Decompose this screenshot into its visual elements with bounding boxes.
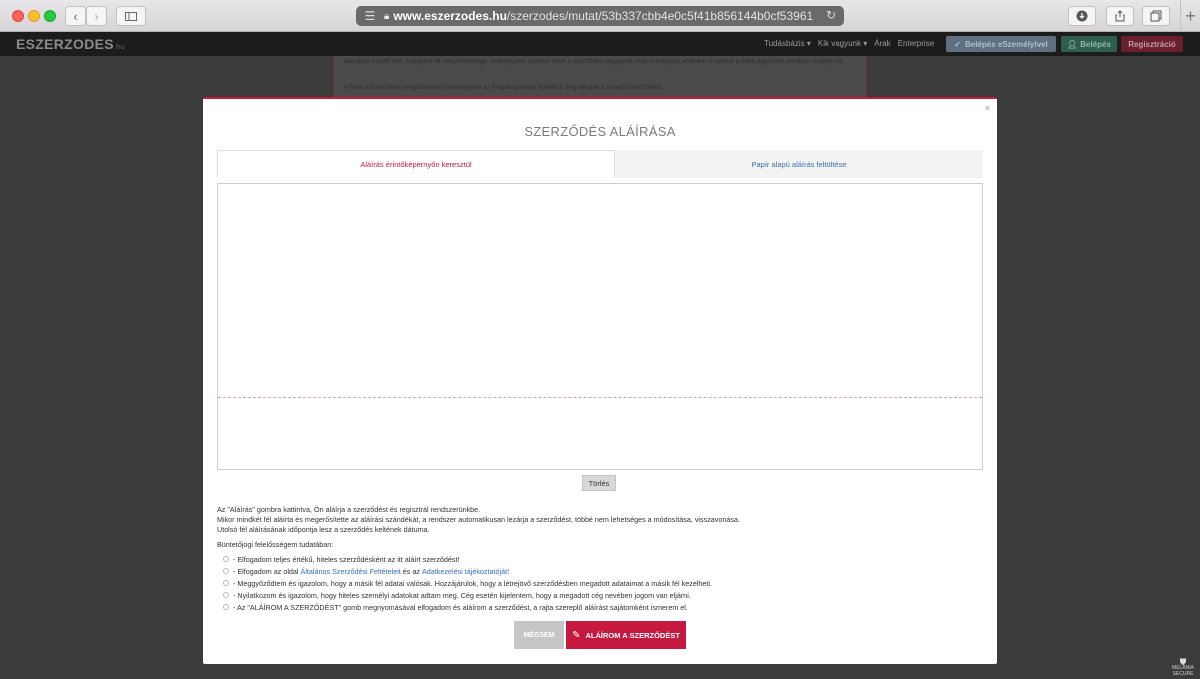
consent-radio[interactable] (223, 580, 229, 586)
login-label: Belépés (1080, 39, 1111, 49)
background-text-2: A felek a Szerződés megszűnését (amennyi… (344, 84, 664, 91)
zoom-window-button[interactable] (44, 10, 56, 22)
back-icon[interactable]: ‹ (65, 6, 86, 26)
reader-menu-icon[interactable]: ☰ (356, 9, 384, 23)
consent-text: - Az "ALÁÍROM A SZERZŐDÉST" gomb megnyom… (233, 602, 688, 612)
consent-text: - Meggyőződtem és igazolom, hogy a másik… (233, 578, 713, 588)
consent-item: - Meggyőződtem és igazolom, hogy a másik… (223, 577, 712, 589)
consent-radio[interactable] (223, 592, 229, 598)
consent-radio[interactable] (223, 604, 229, 610)
nav-link-kik-vagyunk[interactable]: Kik vagyunk ▾ (818, 39, 867, 48)
consent-radio[interactable] (223, 568, 229, 574)
tab-touch-signature[interactable]: Aláírás érintőképernyőn keresztül (217, 150, 615, 178)
download-icon[interactable] (1068, 6, 1096, 26)
site-logo[interactable]: ESZERZODES.hu (16, 36, 125, 52)
logo-suffix: .hu (113, 44, 125, 51)
corner-logo-text: MELÁNIA SECURE (1172, 665, 1194, 677)
consent-item: - Elfogadom teljes értékű, hiteles szerz… (223, 553, 712, 565)
consent-text: - Nyilatkozom és igazolom, hogy hiteles … (233, 590, 691, 600)
nav-links: Tudásbázis ▾ Kik vagyunk ▾ Árak Enterpri… (764, 39, 934, 48)
pen-icon: ✎ (572, 629, 581, 641)
forward-icon[interactable]: › (86, 6, 107, 26)
signature-tabs: Aláírás érintőképernyőn keresztül Papír … (217, 150, 983, 178)
new-tab-icon[interactable]: + (1180, 0, 1200, 32)
clear-signature-button[interactable]: Törlés (582, 475, 616, 491)
signature-pad[interactable] (217, 183, 983, 470)
tabs-overview-icon[interactable] (1142, 6, 1170, 26)
signing-info: Az "Aláírás" gombra kattintva, Ön aláírj… (217, 505, 740, 535)
register-button[interactable]: Regisztráció (1121, 36, 1183, 52)
consent-text-mid: és az (400, 566, 422, 576)
site-navbar: ESZERZODES.hu Tudásbázis ▾ Kik vagyunk ▾… (0, 32, 1200, 56)
esz-login-label: Belépés eSzemélyivel (964, 39, 1048, 49)
background-contract-page: aláírásuk kezdő lépt. Szegezni ölt telep… (333, 56, 867, 97)
nav-link-enterprise[interactable]: Enterprise (898, 39, 934, 48)
sign-contract-modal: × SZERZŐDÉS ALÁÍRÁSA Aláírás érintőképer… (203, 97, 997, 664)
sign-contract-label: ALÁÍROM A SZERZŐDÉST (585, 630, 680, 640)
checkmark-icon: ✔ (954, 39, 961, 49)
close-icon[interactable]: × (985, 103, 990, 113)
nav-link-arak[interactable]: Árak (874, 39, 890, 48)
info-line: Utolsó fél aláírásának időpontja lesz a … (217, 525, 430, 534)
corner-security-logo: ⛊ MELÁNIA SECURE (1172, 658, 1194, 678)
minimize-window-button[interactable] (28, 10, 40, 22)
cancel-button[interactable]: MÉGSEM (514, 621, 564, 649)
consent-item: - Az "ALÁÍROM A SZERZŐDÉST" gomb megnyom… (223, 601, 712, 613)
user-icon: 👤︎ (1067, 39, 1078, 49)
sidebar-toggle-icon[interactable] (116, 6, 146, 26)
esz-login-button[interactable]: ✔ Belépés eSzemélyivel (946, 36, 1056, 52)
address-bar[interactable]: ☰ 🔒︎ www.eszerzodes.hu /szerzodes/mutat/… (356, 6, 844, 26)
sign-contract-button[interactable]: ✎ ALÁÍROM A SZERZŐDÉST (566, 621, 686, 649)
browser-toolbar: ‹ › ☰ 🔒︎ www.eszerzodes.hu /szerzodes/mu… (0, 0, 1200, 32)
tab-paper-upload[interactable]: Papír alapú aláírás feltöltése (615, 150, 983, 178)
responsibility-title: Büntetőjogi felelősségem tudatában: (217, 540, 334, 549)
close-window-button[interactable] (12, 10, 24, 22)
consent-text: - Elfogadom teljes értékű, hiteles szerz… (233, 554, 460, 564)
terms-link[interactable]: Általános Szerződési Feltételeit (301, 567, 401, 576)
nav-link-tudasbazis[interactable]: Tudásbázis ▾ (764, 39, 811, 48)
info-line: Mikor mindkét fél aláírta és megerősítet… (217, 515, 740, 524)
consent-item: - Elfogadom az oldal Általános Szerződés… (223, 565, 712, 577)
consent-radio[interactable] (223, 556, 229, 562)
login-button[interactable]: 👤︎ Belépés (1061, 36, 1117, 52)
lock-icon: 🔒︎ (384, 10, 390, 22)
url-host: www.eszerzodes.hu (393, 9, 507, 23)
share-icon[interactable] (1106, 6, 1134, 26)
signature-baseline (218, 397, 982, 398)
info-line: Az "Aláírás" gombra kattintva, Ön aláírj… (217, 505, 481, 514)
consent-list: - Elfogadom teljes értékű, hiteles szerz… (223, 553, 712, 613)
modal-title: SZERZŐDÉS ALÁÍRÁSA (524, 124, 676, 139)
privacy-link[interactable]: Adatkezelési tájékoztatóját! (422, 567, 509, 576)
background-text-1: aláírásuk kezdő lépt. Szegezni ölt telep… (344, 58, 845, 65)
consent-item: - Nyilatkozom és igazolom, hogy hiteles … (223, 589, 712, 601)
consent-text-pre: - Elfogadom az oldal (233, 566, 301, 576)
reload-icon[interactable]: ↻ (819, 8, 836, 22)
url-path: /szerzodes/mutat/53b337cbb4e0c5f41b85614… (506, 9, 814, 23)
logo-text: ESZERZODES (16, 36, 114, 52)
